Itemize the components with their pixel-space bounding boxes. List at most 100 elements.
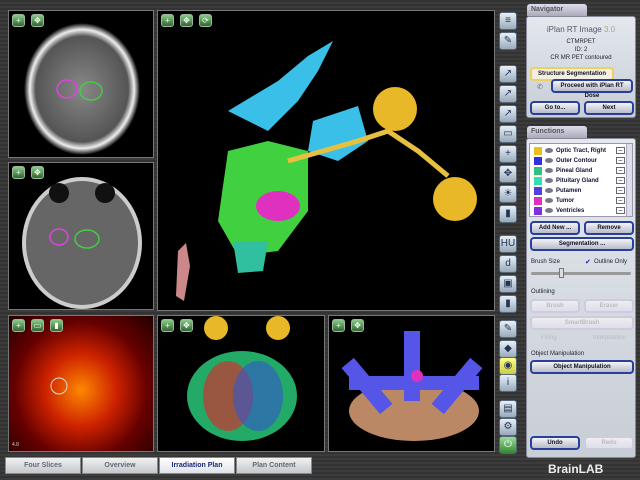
pan-icon[interactable]: ✥ — [31, 14, 44, 27]
visibility-eye-icon[interactable] — [545, 148, 553, 153]
structure-list[interactable]: Optic Tract, Right... Outer Contour... Pin… — [529, 143, 633, 217]
histogram-icon[interactable]: ▮ — [50, 319, 63, 332]
zoom-icon[interactable]: + — [161, 14, 174, 27]
axial-mr-view[interactable]: + ✥ — [8, 162, 154, 310]
visibility-eye-icon[interactable] — [545, 198, 553, 203]
axial-ct-view[interactable]: + ✥ — [8, 10, 154, 158]
fiber-tract-view[interactable]: + ✥ — [157, 315, 325, 452]
proceed-button[interactable]: Proceed with iPlan RT Dose — [551, 79, 633, 99]
folder-icon[interactable]: ▭ — [31, 319, 44, 332]
layer-icon[interactable]: ◆ — [499, 340, 517, 358]
power-icon[interactable]: ⏻ — [499, 436, 517, 454]
filling-checkbox[interactable]: Filling — [541, 335, 557, 341]
structure-color-swatch — [534, 187, 542, 195]
beam-view[interactable]: + ✥ — [328, 315, 495, 452]
brightness-icon[interactable]: ☀ — [499, 185, 517, 203]
brush-button[interactable]: Brush — [530, 299, 580, 313]
outline-only-label: Outline Only — [594, 259, 628, 265]
structure-options-button[interactable]: ... — [616, 157, 625, 164]
3d-main-view[interactable]: + ✥ ⟳ — [157, 10, 495, 311]
structure-options-button[interactable]: ... — [616, 197, 625, 204]
hu-icon[interactable]: HU — [499, 235, 517, 253]
visibility-eye-icon[interactable] — [545, 178, 553, 183]
structure-color-swatch — [534, 197, 542, 205]
ruler-icon[interactable]: ▭ — [499, 125, 517, 143]
zoom-in-icon[interactable]: + — [499, 145, 517, 163]
zoom-icon[interactable]: + — [12, 319, 25, 332]
save-icon[interactable]: ▤ — [499, 400, 517, 418]
object-manipulation-button[interactable]: Object Manipulation — [530, 360, 634, 374]
pet-view[interactable]: 4.8 + ▭ ▮ — [8, 315, 154, 452]
next-button[interactable]: Next — [584, 101, 634, 115]
visibility-eye-icon[interactable] — [545, 208, 553, 213]
zoom-icon[interactable]: + — [12, 166, 25, 179]
zoom-icon[interactable]: + — [12, 14, 25, 27]
brush-size-slider[interactable] — [531, 268, 631, 278]
go-to-button[interactable]: Go to... — [530, 101, 580, 115]
navigator-panel: iPlan RT Image 3.0 CTMRPET ID: 2 CR MR P… — [526, 16, 636, 118]
screenshot-icon[interactable]: ▣ — [499, 275, 517, 293]
structure-options-button[interactable]: ... — [616, 177, 625, 184]
pan-icon[interactable]: ✥ — [499, 165, 517, 183]
pan-icon[interactable]: ✥ — [180, 319, 193, 332]
draw-icon[interactable]: ↗ — [499, 65, 517, 83]
tab-plan-content[interactable]: Plan Content — [236, 457, 312, 474]
wrench-icon[interactable]: ✎ — [499, 32, 517, 50]
info-icon[interactable]: i — [499, 374, 517, 392]
structure-row[interactable]: Tumor... — [534, 196, 626, 206]
structure-options-button[interactable]: ... — [616, 147, 625, 154]
add-new-button[interactable]: Add New ... — [530, 221, 580, 235]
draw2-icon[interactable]: ↗ — [499, 85, 517, 103]
structure-name: Putamen — [556, 188, 582, 194]
interpolation-checkbox[interactable]: Interpolation — [593, 335, 626, 341]
settings-icon[interactable]: ⚙ — [499, 418, 517, 436]
structure-row[interactable]: Putamen... — [534, 186, 626, 196]
fiber-image — [187, 316, 297, 441]
slider-thumb[interactable] — [559, 268, 564, 278]
pet-scale-label: 4.8 — [12, 442, 19, 448]
smartbrush-button[interactable]: SmartBrush — [530, 316, 634, 330]
tab-overview[interactable]: Overview — [82, 457, 158, 474]
structure-row[interactable]: Ventricles... — [534, 206, 626, 216]
visibility-eye-icon[interactable] — [545, 158, 553, 163]
zoom-icon[interactable]: + — [332, 319, 345, 332]
structure-options-button[interactable]: ... — [616, 167, 625, 174]
layout-icon[interactable]: ≡ — [499, 12, 517, 30]
structure-options-button[interactable]: ... — [616, 207, 625, 214]
structure-row[interactable]: Optic Tract, Right... — [534, 146, 626, 156]
pan-icon[interactable]: ✥ — [31, 166, 44, 179]
eraser-button[interactable]: Eraser — [584, 299, 634, 313]
app-version: 3.0 — [603, 25, 616, 34]
histogram-icon[interactable]: ▮ — [499, 205, 517, 223]
functions-header: Functions — [527, 126, 587, 138]
structure-row[interactable]: Outer Contour... — [534, 156, 626, 166]
redo-button[interactable]: Redo — [584, 436, 634, 450]
measure-icon[interactable]: ↗ — [499, 105, 517, 123]
pan-icon[interactable]: ✥ — [180, 14, 193, 27]
zoom-icon[interactable]: + — [161, 319, 174, 332]
pan-icon[interactable]: ✥ — [351, 319, 364, 332]
pen-icon[interactable]: ✎ — [499, 320, 517, 338]
structure-row[interactable]: Pineal Gland... — [534, 166, 626, 176]
structure-name: Pituitary Gland — [556, 178, 599, 184]
remove-button[interactable]: Remove — [584, 221, 634, 235]
tab-irradiation-plan[interactable]: Irradiation Plan — [159, 457, 235, 474]
structure-options-button[interactable]: ... — [616, 187, 625, 194]
phone-icon: ✆ — [537, 84, 543, 91]
chart-icon[interactable]: ▮ — [499, 295, 517, 313]
undo-button[interactable]: Undo — [530, 436, 580, 450]
ct-image — [24, 23, 140, 155]
segmentation-button[interactable]: Segmentation ... — [530, 237, 634, 251]
structure-color-swatch — [534, 207, 542, 215]
object-icon[interactable]: ◉ — [499, 357, 517, 375]
list-scrollbar[interactable] — [626, 144, 632, 216]
rotate-icon[interactable]: ⟳ — [199, 14, 212, 27]
tab-four-slices[interactable]: Four Slices — [5, 457, 81, 474]
structure-color-swatch — [534, 167, 542, 175]
patient-id: ID: 2 — [574, 47, 588, 53]
outline-only-checkbox[interactable]: ✔ — [585, 258, 591, 266]
visibility-eye-icon[interactable] — [545, 188, 553, 193]
distance-icon[interactable]: d — [499, 255, 517, 273]
visibility-eye-icon[interactable] — [545, 168, 553, 173]
structure-row[interactable]: Pituitary Gland... — [534, 176, 626, 186]
